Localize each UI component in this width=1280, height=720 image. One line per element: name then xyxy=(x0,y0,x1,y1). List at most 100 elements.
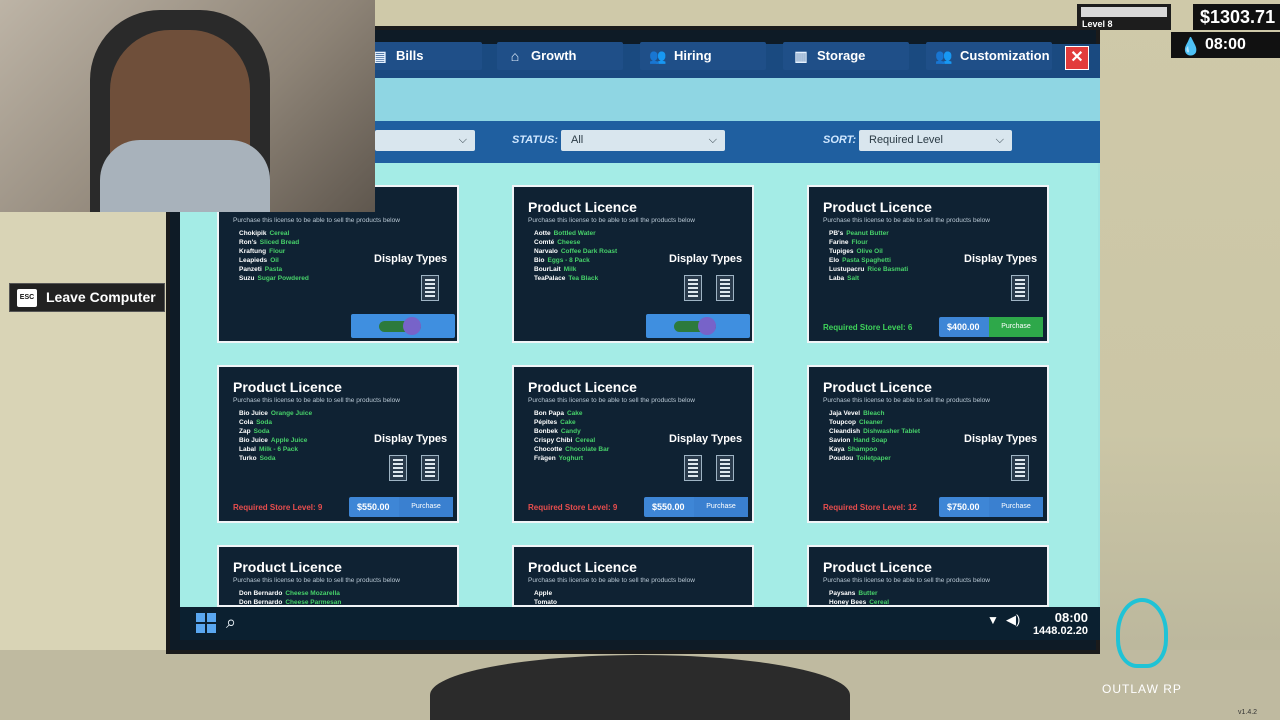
toggle-knob xyxy=(403,317,421,335)
product-list: Bio Juice Orange Juice Cola Soda Zap Soda Bio … xyxy=(239,409,312,463)
tab-customization[interactable]: 👥 Customization xyxy=(926,42,1052,70)
licence-card: Product Licence Purchase this license to … xyxy=(807,365,1049,523)
tab-label: Storage xyxy=(817,48,866,63)
tab-growth[interactable]: ⌂ Growth xyxy=(497,42,623,70)
wifi-icon: ▼ xyxy=(987,613,999,627)
product-item: Honey Bees Cereal xyxy=(829,599,890,606)
people-icon: 👥 xyxy=(649,48,667,64)
licence-card: Product Licence Purchase this license to … xyxy=(512,365,754,523)
licence-toggle[interactable] xyxy=(351,314,455,338)
display-types-label: Display Types xyxy=(669,433,743,445)
card-subtitle: Purchase this license to be able to sell… xyxy=(528,577,695,584)
sort-label: SORT: xyxy=(823,134,857,146)
product-item: Elo Pasta Spaghetti xyxy=(829,257,891,264)
fridge-icon xyxy=(421,455,439,481)
taskbar-date: 1448.02.20 xyxy=(1032,625,1088,637)
outlaw-logo: OUTLAW RP xyxy=(1094,598,1190,698)
fridge-icon xyxy=(684,455,702,481)
level-progress-bar xyxy=(1081,7,1167,17)
licence-card: Product Licence Purchase this license to … xyxy=(512,545,754,607)
product-item: Narvalo Coffee Dark Roast xyxy=(534,248,618,255)
purchase-label: Purchase xyxy=(989,497,1043,517)
purchase-button[interactable]: $550.00 Purchase xyxy=(644,497,748,517)
search-icon[interactable]: ⌕ xyxy=(226,612,236,633)
product-item: Tomato xyxy=(534,599,557,606)
sort-select[interactable]: Required Level ⌵ xyxy=(859,130,1012,151)
card-subtitle: Purchase this license to be able to sell… xyxy=(528,397,695,404)
money-display: $1303.71 xyxy=(1193,4,1280,30)
shelf-icon: ▥ xyxy=(794,48,808,64)
product-item: TeaPalace Tea Black xyxy=(534,275,599,282)
taskbar-time: 08:00 xyxy=(1054,610,1088,625)
product-item: Pépites Cake xyxy=(534,419,576,426)
price: $550.00 xyxy=(357,502,390,512)
card-title: Product Licence xyxy=(528,199,637,215)
product-item: Zap Soda xyxy=(239,428,270,435)
category-select[interactable]: ⌵ xyxy=(375,130,475,151)
esc-key-icon: ESC xyxy=(17,289,37,307)
licence-card: Product Licence Purchase this license to … xyxy=(807,545,1049,607)
tab-bills[interactable]: ▤ Bills xyxy=(362,42,482,70)
required-level: Required Store Level: 6 xyxy=(823,323,913,332)
product-item: Leapieds Oil xyxy=(239,257,279,264)
licence-card: Product Licence Purchase this license to … xyxy=(807,185,1049,343)
sort-value: Required Level xyxy=(869,134,943,146)
product-list: Paysans Butter Honey Bees Cereal xyxy=(829,589,890,606)
level-label: Level 8 xyxy=(1082,19,1113,29)
fridge-icon xyxy=(1011,455,1029,481)
card-subtitle: Purchase this license to be able to sell… xyxy=(233,397,400,404)
leave-computer-button[interactable]: ESC Leave Computer xyxy=(9,283,165,312)
product-item: Chocotte Chocolate Bar xyxy=(534,446,610,453)
store-icon: ⌂ xyxy=(510,48,520,64)
display-types-label: Display Types xyxy=(374,253,448,265)
product-item: Cola Soda xyxy=(239,419,272,426)
card-subtitle: Purchase this license to be able to sell… xyxy=(233,217,400,224)
price: $750.00 xyxy=(947,502,980,512)
card-title: Product Licence xyxy=(233,559,342,575)
product-item: Aotte Bottled Water xyxy=(534,230,596,237)
required-level: Required Store Level: 12 xyxy=(823,503,917,512)
display-types-label: Display Types xyxy=(964,253,1038,265)
fridge-icon xyxy=(1011,275,1029,301)
status-select[interactable]: All ⌵ xyxy=(561,130,725,151)
people-icon: 👥 xyxy=(935,48,953,64)
card-subtitle: Purchase this license to be able to sell… xyxy=(233,577,400,584)
purchase-button[interactable]: $750.00 Purchase xyxy=(939,497,1043,517)
product-item: Kraftung Flour xyxy=(239,248,286,255)
tab-hiring[interactable]: 👥 Hiring xyxy=(640,42,766,70)
licence-toggle[interactable] xyxy=(646,314,750,338)
product-item: Kaya Shampoo xyxy=(829,446,878,453)
webcam-overlay xyxy=(0,0,375,212)
card-title: Product Licence xyxy=(823,199,932,215)
purchase-label: Purchase xyxy=(399,497,453,517)
wall xyxy=(0,210,170,650)
fridge-icon xyxy=(389,455,407,481)
product-item: BourLait Milk xyxy=(534,266,577,273)
product-item: Frägen Yoghurt xyxy=(534,455,584,462)
tab-storage[interactable]: ▥ Storage xyxy=(783,42,909,70)
price: $400.00 xyxy=(947,322,980,332)
card-title: Product Licence xyxy=(823,559,932,575)
product-item: Chokipik Cereal xyxy=(239,230,290,237)
start-menu-icon[interactable] xyxy=(196,613,216,633)
volume-icon[interactable]: ◀) xyxy=(1006,612,1020,628)
purchase-button[interactable]: $400.00 Purchase xyxy=(939,317,1043,337)
purchase-label: Purchase xyxy=(694,497,748,517)
required-level: Required Store Level: 9 xyxy=(528,503,618,512)
price: $550.00 xyxy=(652,502,685,512)
display-types-label: Display Types xyxy=(374,433,448,445)
chevron-down-icon: ⌵ xyxy=(708,134,717,146)
product-item: Comté Cheese xyxy=(534,239,581,246)
tab-label: Hiring xyxy=(674,48,712,63)
purchase-button[interactable]: $550.00 Purchase xyxy=(349,497,453,517)
display-types-label: Display Types xyxy=(964,433,1038,445)
card-subtitle: Purchase this license to be able to sell… xyxy=(823,577,990,584)
product-item: Savion Hand Soap xyxy=(829,437,888,444)
time-display: 💧 08:00 xyxy=(1171,32,1280,58)
tab-label: Growth xyxy=(531,48,577,63)
product-item: Don Bernardo Cheese Mozarella xyxy=(239,590,340,597)
droplet-icon: 💧 xyxy=(1180,37,1202,56)
close-button[interactable]: ✕ xyxy=(1065,46,1089,70)
product-item: Toupcop Cleaner xyxy=(829,419,883,426)
taskbar xyxy=(180,607,1100,640)
